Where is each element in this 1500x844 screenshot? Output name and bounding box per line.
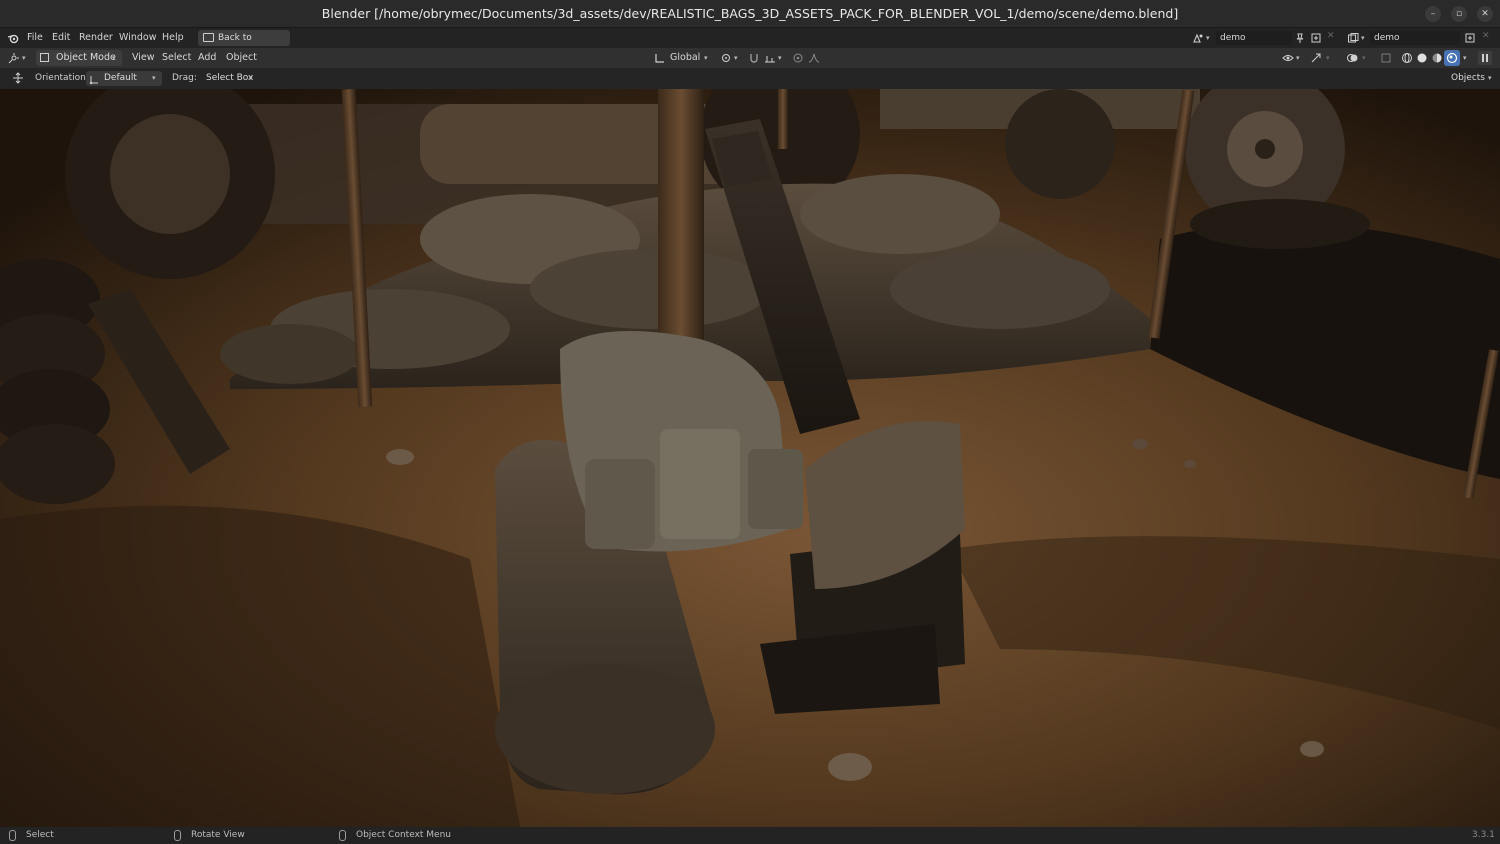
rendered-scene — [0, 89, 1500, 827]
menu-view[interactable]: View — [132, 52, 155, 63]
proportional-editing-icon[interactable] — [792, 52, 804, 64]
sidebar-toggle-button[interactable] — [1478, 51, 1492, 65]
pivot-point-icon[interactable] — [720, 52, 732, 64]
snap-icon[interactable] — [748, 52, 760, 64]
viewport-header: ▾ Object Mode ▾ View Select Add Object G… — [0, 48, 1500, 68]
chevron-down-icon: ▾ — [249, 74, 253, 82]
falloff-icon[interactable] — [808, 52, 820, 64]
editor-type-icon[interactable] — [8, 52, 20, 64]
menu-add[interactable]: Add — [198, 52, 216, 63]
xray-icon[interactable] — [1380, 52, 1392, 64]
status-context-menu: Object Context Menu — [356, 830, 452, 840]
orientation-value: Default — [104, 73, 137, 83]
snap-target-icon[interactable] — [764, 52, 776, 64]
status-bar: Select Rotate View Object Context Menu 3… — [0, 827, 1500, 844]
mouse-right-icon — [339, 830, 346, 841]
drag-value: Select Box — [206, 73, 254, 83]
close-button[interactable]: ✕ — [1477, 6, 1493, 22]
object-mode-icon — [40, 53, 49, 62]
back-to-previous-button[interactable]: Back to Previous — [198, 30, 290, 59]
top-menubar: File Edit Render Window Help Back to Pre… — [0, 28, 1500, 59]
overlays-icon[interactable] — [1346, 52, 1358, 64]
status-select: Select — [26, 830, 54, 840]
mouse-left-icon — [9, 830, 16, 841]
blender-logo-icon[interactable] — [7, 32, 19, 44]
screen-icon — [203, 33, 214, 42]
chevron-down-icon: ▾ — [778, 54, 782, 62]
chevron-down-icon: ▾ — [704, 54, 708, 62]
chevron-down-icon: ▾ — [1463, 54, 1467, 62]
transform-orientation-dropdown[interactable]: Global — [670, 52, 700, 63]
object-mode-label: Object Mode — [56, 52, 116, 63]
tool-settings-bar: Orientation: Default ▾ Drag: Select Box … — [0, 68, 1500, 89]
objects-dropdown[interactable]: Objects ▾ — [1446, 71, 1496, 86]
select-tool-icon[interactable] — [12, 72, 24, 84]
material-preview-icon[interactable] — [1431, 52, 1443, 64]
chevron-down-icon: ▾ — [22, 54, 26, 62]
transform-orientation-icon — [655, 54, 664, 63]
new-scene-icon[interactable] — [1310, 32, 1322, 44]
chevron-down-icon: ▾ — [1362, 54, 1366, 62]
chevron-down-icon: ▾ — [1488, 74, 1492, 82]
drag-dropdown[interactable]: Select Box ▾ — [201, 71, 259, 86]
object-mode-dropdown[interactable]: Object Mode ▾ — [36, 50, 122, 66]
new-view-layer-icon[interactable] — [1464, 32, 1476, 44]
chevron-down-icon: ▾ — [1326, 54, 1330, 62]
chevron-down-icon: ▾ — [1361, 34, 1365, 42]
chevron-down-icon: ▾ — [152, 74, 156, 82]
scene-icon[interactable] — [1192, 32, 1204, 44]
menu-select[interactable]: Select — [162, 52, 191, 63]
menu-object[interactable]: Object — [226, 52, 257, 63]
objects-label: Objects — [1451, 73, 1486, 83]
menu-render[interactable]: Render — [79, 32, 113, 43]
status-rotate-view: Rotate View — [191, 830, 245, 840]
window-title: Blender [/home/obrymec/Documents/3d_asse… — [321, 6, 1179, 21]
remove-scene-icon[interactable]: ✕ — [1327, 31, 1335, 41]
menu-edit[interactable]: Edit — [52, 32, 70, 43]
menu-help[interactable]: Help — [162, 32, 184, 43]
view-layer-icon[interactable] — [1347, 32, 1359, 44]
menu-window[interactable]: Window — [119, 32, 156, 43]
minimize-button[interactable]: – — [1425, 6, 1441, 22]
mouse-middle-icon — [174, 830, 181, 841]
visibility-icon[interactable] — [1282, 52, 1294, 64]
rendered-shading-button[interactable] — [1444, 50, 1460, 66]
gizmo-icon[interactable] — [1310, 52, 1322, 64]
chevron-down-icon: ▾ — [112, 54, 116, 62]
wireframe-shading-icon[interactable] — [1401, 52, 1413, 64]
view-layer-field[interactable]: demo — [1370, 31, 1460, 45]
chevron-down-icon: ▾ — [734, 54, 738, 62]
chevron-down-icon: ▾ — [1296, 54, 1300, 62]
remove-view-layer-icon[interactable]: ✕ — [1482, 31, 1490, 41]
orientation-label: Orientation: — [35, 73, 89, 83]
scene-name-field[interactable]: demo — [1216, 31, 1292, 45]
solid-shading-icon[interactable] — [1416, 52, 1428, 64]
drag-label: Drag: — [172, 73, 197, 83]
orientation-icon — [89, 76, 98, 85]
version-label: 3.3.1 — [1472, 830, 1495, 840]
window-titlebar: Blender [/home/obrymec/Documents/3d_asse… — [0, 0, 1500, 28]
rendered-shading-icon — [1446, 52, 1458, 64]
pin-icon[interactable] — [1294, 32, 1306, 44]
chevron-down-icon: ▾ — [1206, 34, 1210, 42]
orientation-dropdown[interactable]: Default ▾ — [86, 71, 162, 86]
3d-viewport[interactable] — [0, 89, 1500, 827]
menu-file[interactable]: File — [27, 32, 43, 43]
maximize-button[interactable]: ▫ — [1451, 6, 1467, 22]
